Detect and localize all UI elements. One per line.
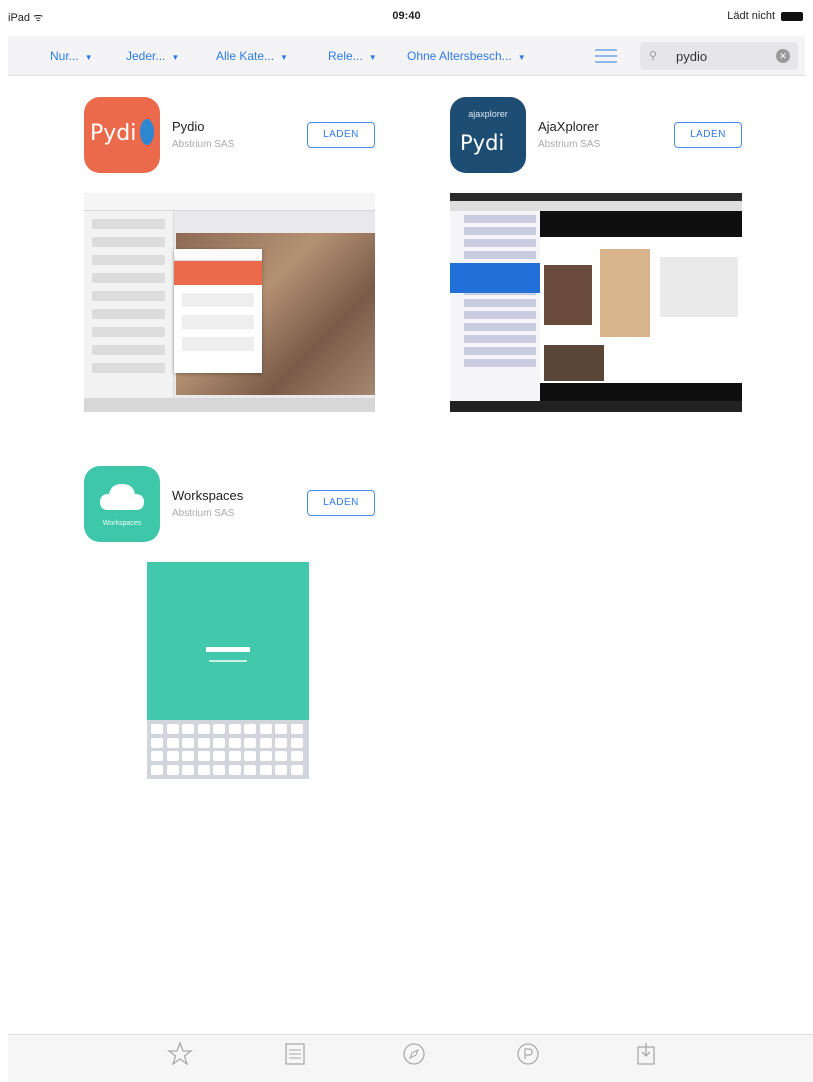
keyboard-key [213, 724, 225, 734]
search-field[interactable]: ⚲ pydio ✕ [640, 42, 798, 70]
keyboard-key [213, 764, 225, 775]
keyboard-key [166, 764, 179, 775]
keyboard-key [197, 764, 210, 775]
keyboard-key [151, 764, 163, 775]
tab-explore[interactable] [384, 1041, 444, 1067]
keyboard-key [228, 764, 241, 775]
tab-bar [8, 1034, 813, 1082]
tab-updates[interactable] [616, 1041, 676, 1067]
keyboard-key [197, 724, 210, 734]
cloud-icon [100, 484, 144, 510]
keyboard-key [151, 724, 163, 734]
app-name[interactable]: Pydio [172, 119, 205, 134]
keyboard-key [166, 737, 179, 748]
tab-top-charts[interactable] [265, 1041, 325, 1067]
app-name[interactable]: Workspaces [172, 488, 243, 503]
app-screenshot[interactable] [84, 193, 375, 412]
compass-icon [403, 1043, 425, 1065]
keyboard-key [182, 737, 194, 748]
get-button[interactable]: LADEN [674, 122, 742, 148]
keyboard-key [244, 751, 256, 761]
tab-featured[interactable] [150, 1041, 210, 1067]
keyboard-key [290, 737, 303, 748]
keyboard-key [244, 724, 256, 734]
keyboard-key [197, 737, 210, 748]
keyboard-key [213, 751, 225, 761]
keyboard-key [259, 751, 272, 761]
caret-down-icon: ▼ [171, 53, 180, 62]
clear-search-icon[interactable]: ✕ [776, 49, 790, 63]
keyboard-key [290, 724, 303, 734]
keyboard-key [290, 751, 303, 761]
keyboard-key [182, 724, 194, 734]
status-bar: iPad ᯤ 09:40 Lädt nicht [0, 0, 813, 36]
keyboard-key [275, 724, 287, 734]
app-name[interactable]: AjaXplorer [538, 119, 599, 134]
list-view-icon[interactable] [595, 49, 617, 63]
get-button[interactable]: LADEN [307, 490, 375, 516]
keyboard-key [228, 751, 241, 761]
clock: 09:40 [392, 10, 421, 22]
filter-age[interactable]: Ohne Altersbesch... ▼ [407, 49, 526, 63]
filter-relevance[interactable]: Rele... ▼ [328, 49, 377, 63]
keyboard-key [259, 724, 272, 734]
keyboard-key [228, 724, 241, 734]
keyboard-key [151, 737, 163, 748]
battery-status: Lädt nicht [727, 10, 803, 22]
keyboard-key [182, 751, 194, 761]
search-icon: ⚲ [649, 50, 658, 62]
caret-down-icon: ▼ [280, 53, 288, 62]
keyboard-key [228, 737, 241, 748]
purchased-icon [517, 1043, 539, 1065]
star-icon [167, 1041, 193, 1066]
keyboard-key [151, 751, 163, 761]
get-button[interactable]: LADEN [307, 122, 375, 148]
keyboard-key [290, 764, 303, 775]
search-input[interactable]: pydio [676, 49, 707, 64]
app-developer: Abstrium SAS [538, 139, 601, 150]
list-icon [285, 1043, 305, 1065]
app-developer: Abstrium SAS [172, 508, 235, 519]
caret-down-icon: ▼ [84, 53, 93, 62]
app-screenshot[interactable] [450, 193, 742, 412]
keyboard-key [182, 764, 194, 775]
keyboard-key [244, 764, 256, 775]
tab-purchased[interactable] [498, 1041, 558, 1067]
keyboard-key [259, 737, 272, 748]
pydio-app-icon[interactable]: Pydi [84, 97, 160, 173]
keyboard-key [275, 737, 287, 748]
keyboard-key [275, 751, 287, 761]
keyboard-key [197, 751, 210, 761]
app-developer: Abstrium SAS [172, 139, 235, 150]
keyboard-key [259, 764, 272, 775]
filter-device[interactable]: Jeder... ▼ [126, 49, 179, 63]
keyboard-key [275, 764, 287, 775]
filter-category[interactable]: Alle Kate... ▼ [216, 49, 288, 63]
updates-icon [637, 1043, 655, 1065]
workspaces-app-icon[interactable]: Workspaces [84, 466, 160, 542]
caret-down-icon: ▼ [368, 53, 377, 62]
app-screenshot[interactable] [147, 562, 309, 779]
keyboard-key [166, 724, 179, 734]
filter-bar: Nur... ▼ Jeder... ▼ Alle Kate... ▼ Rele... ▼… [8, 36, 805, 76]
caret-down-icon: ▼ [517, 53, 526, 62]
ajaxplorer-app-icon[interactable]: ajaxplorer Pydi [450, 97, 526, 173]
keyboard-key [213, 737, 225, 748]
keyboard-key [244, 737, 256, 748]
keyboard-key [166, 751, 179, 761]
charging-label: Lädt nicht [727, 10, 775, 22]
filter-price[interactable]: Nur... ▼ [50, 49, 93, 63]
battery-icon [781, 11, 803, 21]
